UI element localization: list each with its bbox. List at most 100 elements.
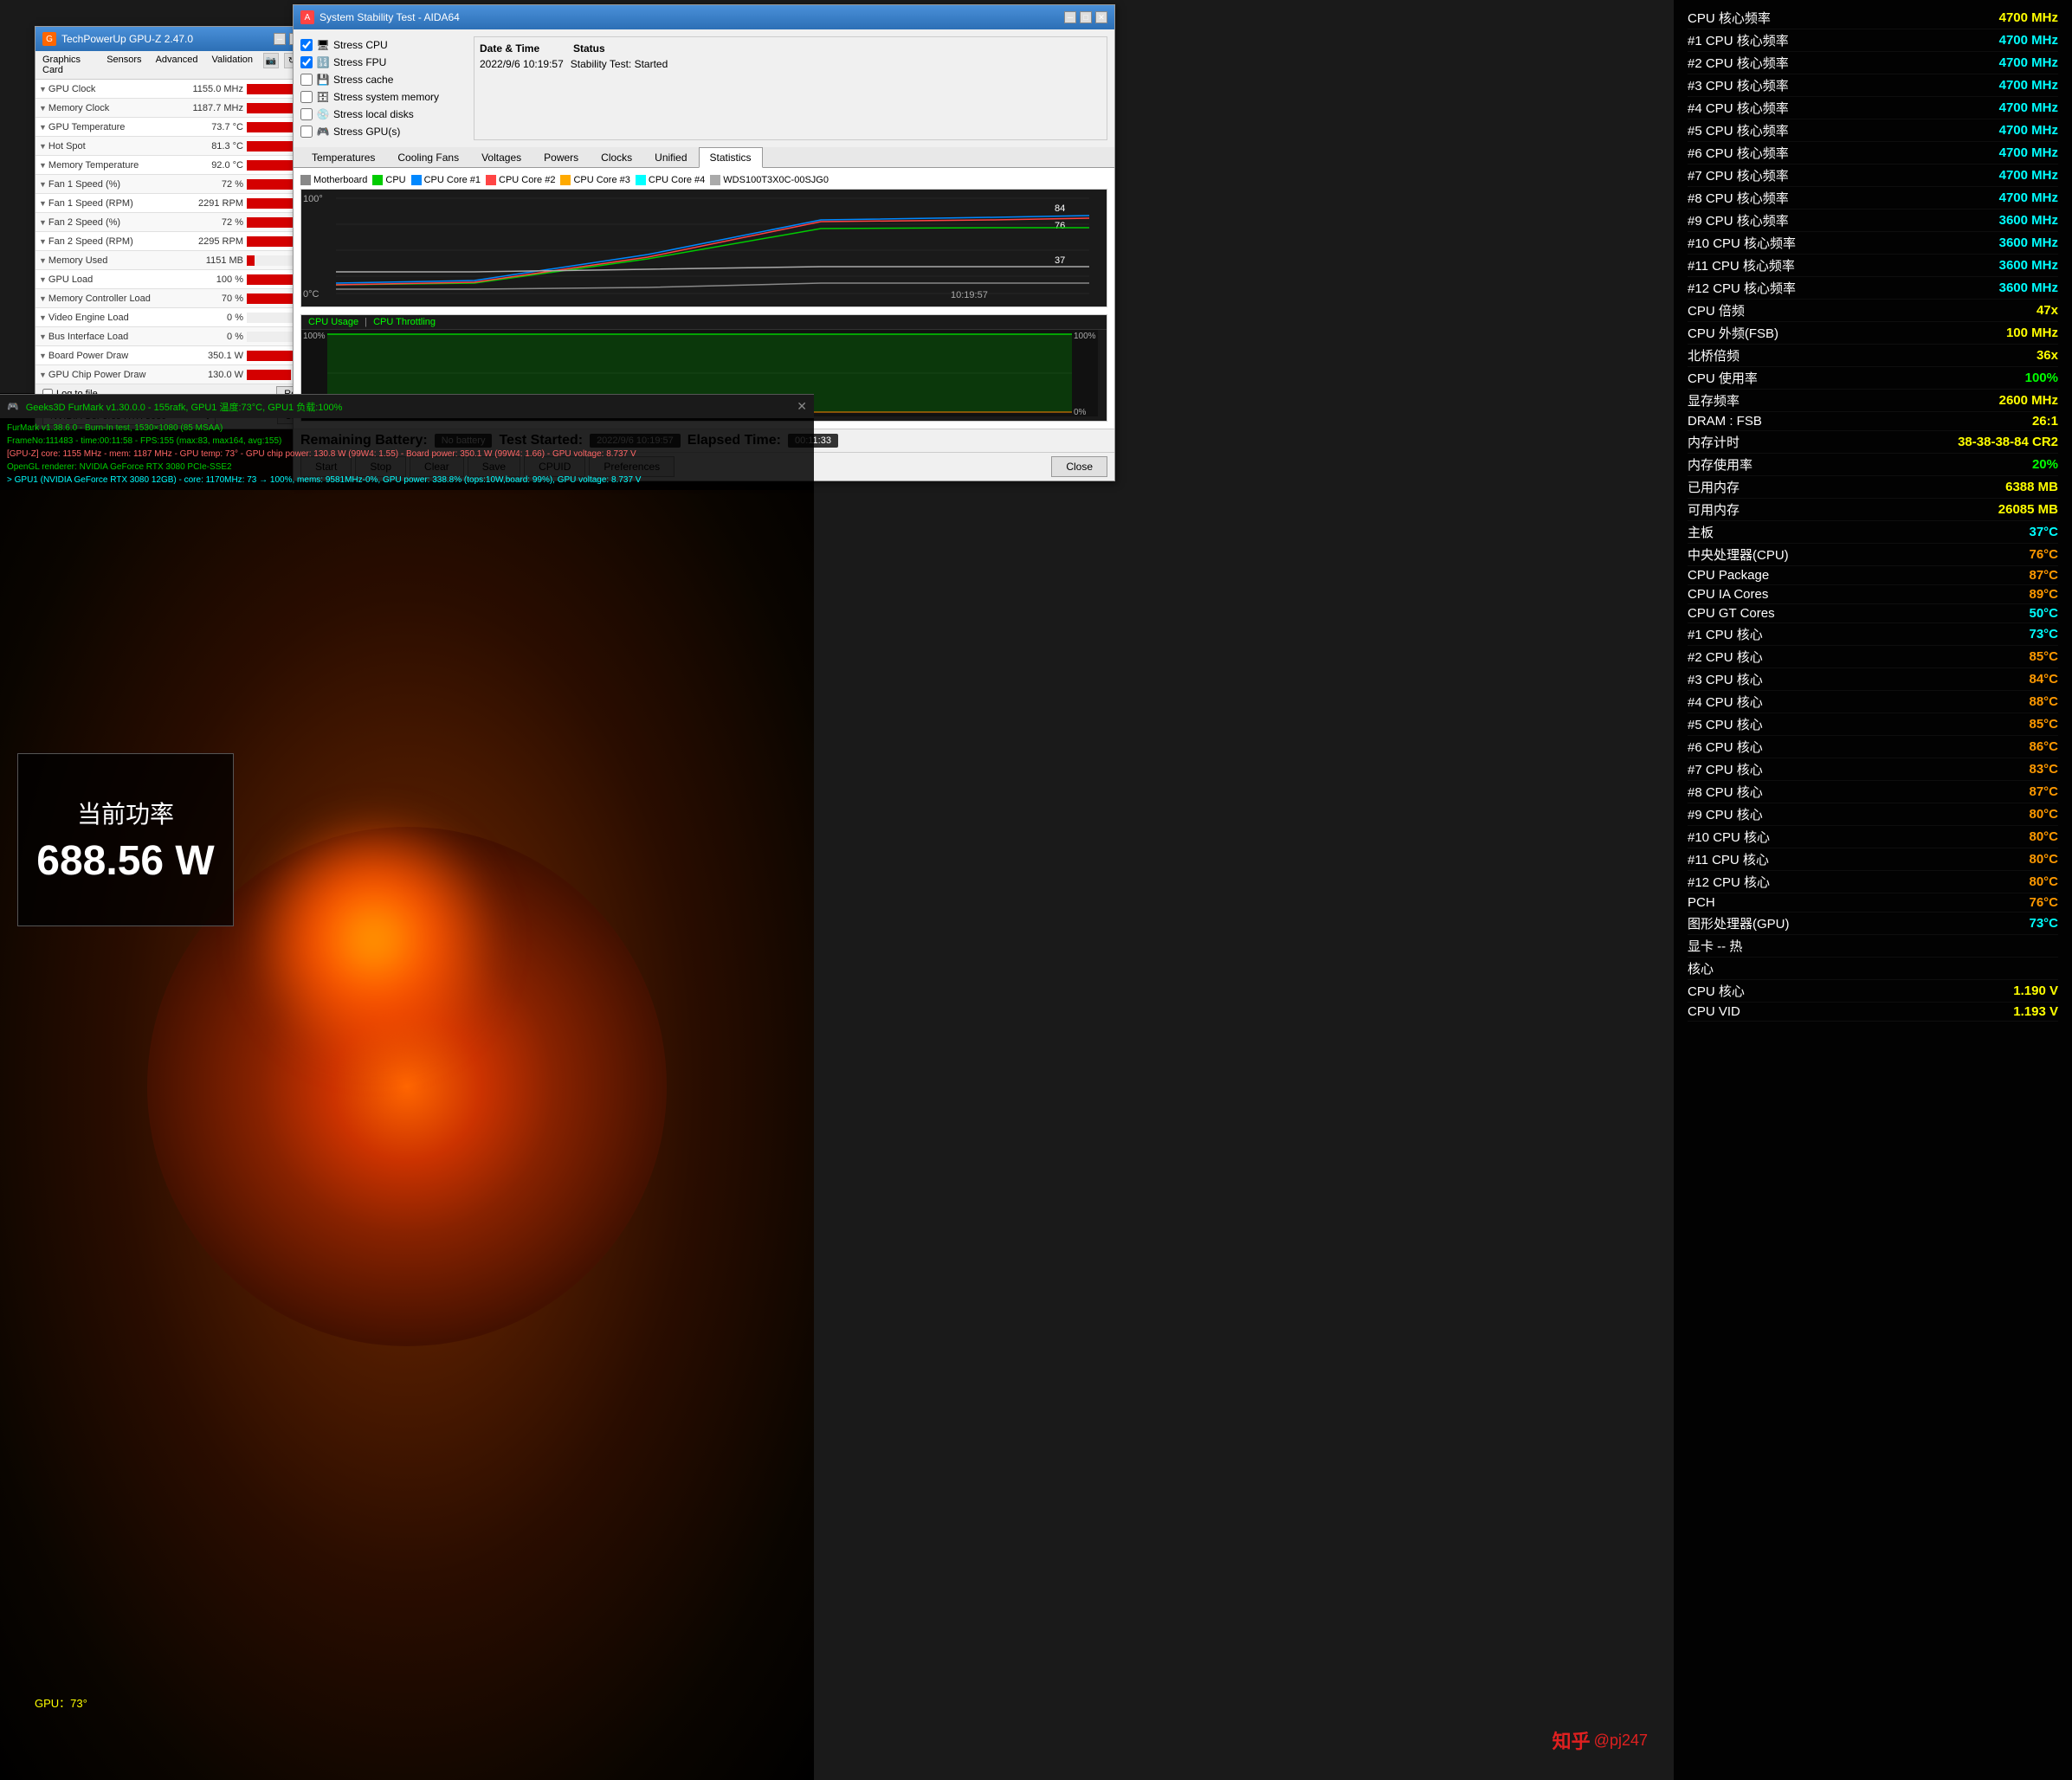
- gpuz-menu-sensors[interactable]: Sensors: [103, 53, 145, 77]
- gpuz-minimize-btn[interactable]: ─: [274, 33, 286, 45]
- right-label-5: #5 CPU 核心频率: [1688, 121, 1789, 139]
- right-label-36: #9 CPU 核心: [1688, 805, 1763, 823]
- sensor-row-10: ▼ GPU Load 100 %: [36, 270, 324, 289]
- legend-core1: CPU Core #1: [411, 175, 481, 185]
- right-row-33: #6 CPU 核心 86°C: [1688, 736, 2058, 758]
- legend-wds: WDS100T3X0C-00SJG0: [710, 175, 829, 185]
- aida-title: System Stability Test - AIDA64: [320, 11, 460, 23]
- gpuz-menu-advanced[interactable]: Advanced: [152, 53, 202, 77]
- right-row-19: 内存计时 38-38-38-84 CR2: [1688, 431, 2058, 454]
- sensor-value-15: 130.0 W: [178, 370, 247, 380]
- legend-motherboard: Motherboard: [300, 175, 367, 185]
- stress-cache-label: Stress cache: [333, 74, 393, 86]
- furmark-line1: FurMark v1.38.6.0 - Burn-In test, 1530×1…: [7, 422, 807, 435]
- right-value-38: 80°C: [2029, 852, 2058, 867]
- right-value-36: 80°C: [2029, 807, 2058, 822]
- furmark-close-btn[interactable]: ✕: [797, 399, 807, 414]
- stress-disk-icon: 💿: [316, 107, 330, 121]
- right-label-31: #4 CPU 核心: [1688, 693, 1763, 711]
- stress-fpu-checkbox[interactable]: [300, 56, 313, 68]
- sensor-row-12: ▼ Video Engine Load 0 %: [36, 308, 324, 327]
- sensor-name-4: ▼ Memory Temperature: [39, 160, 178, 171]
- stress-cpu-item: 🖥 Stress CPU: [300, 36, 474, 54]
- date-time-value: 2022/9/6 10:19:57: [480, 58, 564, 70]
- legend-core4: CPU Core #4: [636, 175, 705, 185]
- stress-gpu-item: 🎮 Stress GPU(s): [300, 123, 474, 140]
- right-value-20: 20%: [2032, 457, 2058, 472]
- right-row-27: CPU GT Cores 50°C: [1688, 604, 2058, 623]
- stress-fpu-item: 🔢 Stress FPU: [300, 54, 474, 71]
- cpu-throttling-label: CPU Throttling: [373, 317, 436, 327]
- right-label-35: #8 CPU 核心: [1688, 783, 1763, 801]
- tab-cooling-fans[interactable]: Cooling Fans: [386, 147, 470, 168]
- right-label-25: CPU Package: [1688, 568, 1769, 583]
- tab-powers[interactable]: Powers: [533, 147, 590, 168]
- right-row-16: CPU 使用率 100%: [1688, 367, 2058, 390]
- sensor-row-1: ▼ Memory Clock 1187.7 MHz: [36, 99, 324, 118]
- gpuz-app-icon: G: [42, 32, 56, 46]
- stress-disk-checkbox[interactable]: [300, 108, 313, 120]
- furmark-line3: [GPU-Z] core: 1155 MHz - mem: 1187 MHz -…: [7, 448, 807, 461]
- sensor-name-10: ▼ GPU Load: [39, 274, 178, 285]
- right-value-40: 76°C: [2029, 895, 2058, 910]
- right-row-20: 内存使用率 20%: [1688, 454, 2058, 476]
- right-row-13: CPU 倍频 47x: [1688, 300, 2058, 322]
- aida-restore-btn[interactable]: □: [1080, 11, 1092, 23]
- right-label-8: #8 CPU 核心频率: [1688, 189, 1789, 207]
- right-value-27: 50°C: [2029, 606, 2058, 621]
- right-row-21: 已用内存 6388 MB: [1688, 476, 2058, 499]
- right-label-26: CPU IA Cores: [1688, 587, 1768, 602]
- right-row-35: #8 CPU 核心 87°C: [1688, 781, 2058, 803]
- right-label-12: #12 CPU 核心频率: [1688, 279, 1796, 297]
- right-row-36: #9 CPU 核心 80°C: [1688, 803, 2058, 826]
- right-row-17: 显存频率 2600 MHz: [1688, 390, 2058, 412]
- right-value-12: 3600 MHz: [1999, 281, 2058, 295]
- right-row-38: #11 CPU 核心 80°C: [1688, 848, 2058, 871]
- tab-statistics[interactable]: Statistics: [699, 147, 763, 168]
- legend-label-motherboard: Motherboard: [313, 175, 367, 185]
- stress-cpu-checkbox[interactable]: [300, 39, 313, 51]
- right-value-4: 4700 MHz: [1999, 100, 2058, 115]
- right-label-27: CPU GT Cores: [1688, 606, 1775, 621]
- aida-minimize-btn[interactable]: ─: [1064, 11, 1076, 23]
- legend-core3: CPU Core #3: [560, 175, 629, 185]
- close-button[interactable]: Close: [1051, 456, 1107, 477]
- stress-memory-label: Stress system memory: [333, 91, 439, 103]
- gpuz-menu-validation[interactable]: Validation: [209, 53, 257, 77]
- right-label-14: CPU 外频(FSB): [1688, 324, 1778, 342]
- power-label: 当前功率: [77, 796, 174, 830]
- right-label-34: #7 CPU 核心: [1688, 760, 1763, 778]
- right-row-32: #5 CPU 核心 85°C: [1688, 713, 2058, 736]
- tab-temperatures[interactable]: Temperatures: [300, 147, 386, 168]
- right-value-34: 83°C: [2029, 762, 2058, 777]
- sensor-row-6: ▼ Fan 1 Speed (RPM) 2291 RPM: [36, 194, 324, 213]
- stress-memory-checkbox[interactable]: [300, 91, 313, 103]
- sensor-name-9: ▼ Memory Used: [39, 255, 178, 266]
- right-row-9: #9 CPU 核心频率 3600 MHz: [1688, 210, 2058, 232]
- right-row-42: 显卡 -- 热: [1688, 935, 2058, 958]
- legend-label-core2: CPU Core #2: [499, 175, 555, 185]
- right-label-18: DRAM : FSB: [1688, 414, 1762, 429]
- gpuz-menu-graphics-card[interactable]: Graphics Card: [39, 53, 96, 77]
- sensor-bar-9: [247, 255, 255, 266]
- gpuz-camera-icon[interactable]: 📷: [263, 53, 279, 68]
- right-label-17: 显存频率: [1688, 391, 1740, 410]
- sensor-name-7: ▼ Fan 2 Speed (%): [39, 217, 178, 228]
- right-value-2: 4700 MHz: [1999, 55, 2058, 70]
- right-value-37: 80°C: [2029, 829, 2058, 844]
- tab-clocks[interactable]: Clocks: [590, 147, 643, 168]
- tab-voltages[interactable]: Voltages: [470, 147, 533, 168]
- stress-cache-checkbox[interactable]: [300, 74, 313, 86]
- tab-unified[interactable]: Unified: [643, 147, 698, 168]
- stress-gpu-icon: 🎮: [316, 125, 330, 139]
- stress-gpu-checkbox[interactable]: [300, 126, 313, 138]
- furmark-info-panel: FurMark v1.38.6.0 - Burn-In test, 1530×1…: [0, 418, 814, 490]
- svg-text:76: 76: [1055, 221, 1065, 231]
- legend-label-wds: WDS100T3X0C-00SJG0: [723, 175, 829, 185]
- svg-text:100%: 100%: [1074, 332, 1096, 341]
- svg-text:100°: 100°: [303, 194, 323, 204]
- right-value-32: 85°C: [2029, 717, 2058, 732]
- aida-close-btn[interactable]: ✕: [1095, 11, 1107, 23]
- right-label-24: 中央处理器(CPU): [1688, 545, 1789, 564]
- sensor-bar-15: [247, 370, 291, 380]
